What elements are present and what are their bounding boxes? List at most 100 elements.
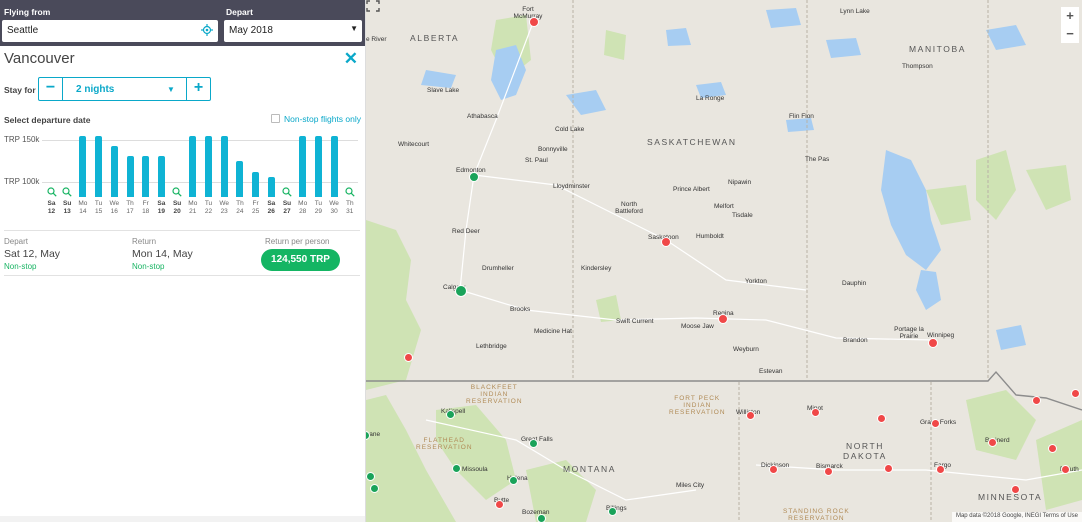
date-label[interactable]: Mo 21 xyxy=(185,200,200,216)
nonstop-checkbox[interactable] xyxy=(271,114,280,123)
depart-value: May 2018 xyxy=(229,25,273,36)
locate-icon[interactable] xyxy=(201,24,213,36)
destination-marker-red[interactable] xyxy=(661,237,671,247)
destination-marker-green[interactable] xyxy=(370,484,379,493)
price-bar[interactable] xyxy=(157,156,165,197)
price-bar[interactable] xyxy=(330,136,338,197)
destination-marker-red[interactable] xyxy=(811,408,820,417)
price-bar[interactable] xyxy=(220,136,228,197)
date-label[interactable]: Mo 14 xyxy=(75,200,90,216)
date-label[interactable]: Su 13 xyxy=(60,200,75,216)
price-bar[interactable] xyxy=(236,161,244,197)
stay-decrement-button[interactable]: − xyxy=(39,78,63,100)
destination-marker-red[interactable] xyxy=(718,314,728,324)
destination-marker-green[interactable] xyxy=(529,439,538,448)
depart-select[interactable]: May 2018 ▼ xyxy=(224,20,362,42)
depart-label: Depart xyxy=(226,7,253,17)
city-label: Medicine Hat xyxy=(534,328,572,335)
zoom-out-button[interactable]: − xyxy=(1061,25,1079,43)
price-bar[interactable] xyxy=(205,136,212,197)
destination-marker-red[interactable] xyxy=(928,338,938,348)
search-bar: Flying from Seattle Depart May 2018 ▼ xyxy=(0,0,365,46)
price-bar[interactable] xyxy=(110,146,118,197)
price-bar[interactable] xyxy=(79,136,87,197)
stay-increment-button[interactable]: + xyxy=(186,78,210,100)
search-icon[interactable] xyxy=(46,187,57,197)
price-bar[interactable] xyxy=(95,136,103,197)
destination-marker-red[interactable] xyxy=(1032,396,1041,405)
destination-marker-green[interactable] xyxy=(452,464,461,473)
date-label[interactable]: Su 27 xyxy=(280,200,295,216)
date-label[interactable]: We 30 xyxy=(327,200,342,216)
destination-marker-green[interactable] xyxy=(469,172,479,182)
flying-from-input[interactable]: Seattle xyxy=(2,20,218,42)
price-bar[interactable] xyxy=(126,156,134,197)
date-label[interactable]: Tu 22 xyxy=(201,200,216,216)
destination-marker-red[interactable] xyxy=(1071,389,1080,398)
book-price-button[interactable]: 124,550 TRP xyxy=(261,249,340,271)
nonstop-label[interactable]: Non-stop flights only xyxy=(284,114,361,124)
destination-marker-red[interactable] xyxy=(529,17,539,27)
province-label: SASKATCHEWAN xyxy=(647,137,737,147)
caret-down-icon[interactable]: ▼ xyxy=(167,85,175,94)
price-bar[interactable] xyxy=(299,136,307,197)
destination-marker-red[interactable] xyxy=(931,419,940,428)
destination-marker-green[interactable] xyxy=(366,472,375,481)
price-bar[interactable] xyxy=(189,136,197,197)
destination-marker-red[interactable] xyxy=(1061,465,1070,474)
destination-marker-red[interactable] xyxy=(404,353,413,362)
price-bar[interactable] xyxy=(267,176,275,197)
date-label[interactable]: Th 24 xyxy=(232,200,247,216)
city-label: Red Deer xyxy=(452,228,480,235)
destination-marker-green[interactable] xyxy=(455,285,467,297)
date-label[interactable]: We 16 xyxy=(107,200,122,216)
y-label-low: TRP 100k xyxy=(4,177,40,186)
search-icon[interactable] xyxy=(62,187,72,197)
destination-name: Vancouver xyxy=(4,50,75,67)
price-bar[interactable] xyxy=(252,171,260,197)
destination-marker-green[interactable] xyxy=(537,514,546,522)
destination-marker-red[interactable] xyxy=(1011,485,1020,494)
search-icon[interactable] xyxy=(282,187,292,197)
date-label[interactable]: Mo 28 xyxy=(295,200,310,216)
summary-depart-nonstop: Non-stop xyxy=(4,262,37,271)
destination-marker-red[interactable] xyxy=(884,464,893,473)
destination-marker-red[interactable] xyxy=(936,465,945,474)
zoom-in-button[interactable]: + xyxy=(1061,7,1079,25)
destination-marker-red[interactable] xyxy=(824,467,833,476)
destination-marker-red[interactable] xyxy=(877,414,886,423)
date-label[interactable]: Sa 26 xyxy=(264,200,279,216)
destination-marker-red[interactable] xyxy=(988,438,997,447)
stay-value[interactable]: 2 nights xyxy=(76,84,114,95)
date-label[interactable]: Tu 15 xyxy=(91,200,106,216)
search-icon[interactable] xyxy=(345,187,355,197)
city-label: Miles City xyxy=(676,482,705,489)
search-icon[interactable] xyxy=(172,187,182,197)
date-label[interactable]: We 23 xyxy=(217,200,232,216)
date-label[interactable]: Th 17 xyxy=(123,200,138,216)
destination-marker-green[interactable] xyxy=(446,410,455,419)
stay-stepper: − 2 nights ▼ + xyxy=(38,77,211,101)
date-label[interactable]: Sa 19 xyxy=(154,200,169,216)
destination-marker-red[interactable] xyxy=(1048,444,1057,453)
map-attribution[interactable]: Map data ©2018 Google, INEGI Terms of Us… xyxy=(951,512,1082,522)
city-label: Yorkton xyxy=(745,278,767,285)
destination-marker-green[interactable] xyxy=(608,507,617,516)
close-icon[interactable]: ✕ xyxy=(344,49,358,69)
flying-from-value: Seattle xyxy=(7,25,39,36)
date-label[interactable]: Tu 29 xyxy=(311,200,326,216)
date-label[interactable]: Sa 12 xyxy=(44,200,59,216)
destination-marker-red[interactable] xyxy=(495,500,504,509)
date-label[interactable]: Fr 25 xyxy=(248,200,263,216)
date-label[interactable]: Th 31 xyxy=(342,200,357,216)
destination-marker-red[interactable] xyxy=(769,465,778,474)
date-label[interactable]: Su 20 xyxy=(170,200,185,216)
destination-marker-green[interactable] xyxy=(509,476,518,485)
date-label[interactable]: Fr 18 xyxy=(138,200,153,216)
city-label: North Battleford xyxy=(615,201,643,215)
price-bar[interactable] xyxy=(314,136,322,197)
map[interactable]: ALBERTA SASKATCHEWAN MANITOBA MONTANA NO… xyxy=(366,0,1082,522)
price-bar[interactable] xyxy=(142,156,150,197)
fullscreen-icon[interactable] xyxy=(366,0,380,12)
destination-marker-red[interactable] xyxy=(746,411,755,420)
